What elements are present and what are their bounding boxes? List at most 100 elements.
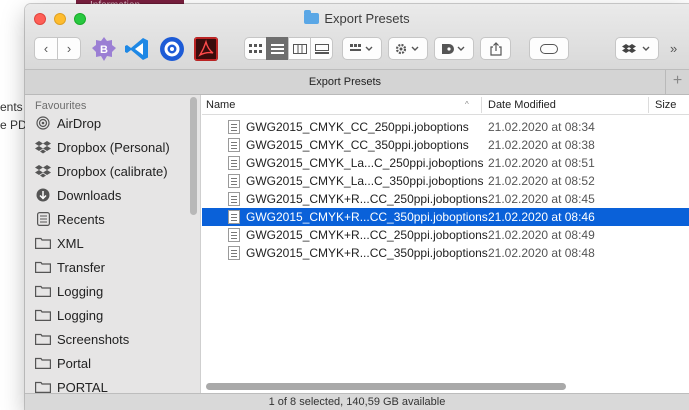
column-header-size[interactable]: Size — [655, 99, 676, 111]
sidebar-item-airdrop[interactable]: AirDrop — [35, 111, 195, 135]
background-text-line: ents — [0, 100, 23, 114]
sidebar-item-label: Logging — [57, 283, 104, 299]
edit-tags-button[interactable] — [529, 37, 569, 60]
sidebar-item-downloads[interactable]: Downloads — [35, 183, 195, 207]
file-row[interactable]: GWG2015_CMYK+R...CC_250ppi.joboptions 21… — [202, 226, 689, 244]
toolbar-overflow-button[interactable]: » — [670, 41, 677, 56]
sidebar-item-screenshots[interactable]: Screenshots — [35, 327, 195, 351]
file-list: Name ^ Date Modified Size GWG2015_CMYK_C… — [202, 95, 689, 393]
sidebar-item-label: XML — [57, 235, 84, 251]
file-date: 21.02.2020 at 08:45 — [488, 192, 595, 206]
column-header-row: Name ^ Date Modified Size — [202, 95, 689, 115]
list-view-icon[interactable] — [266, 37, 289, 60]
sidebar-item-logging[interactable]: Logging — [35, 279, 195, 303]
downloads-icon — [35, 188, 51, 202]
file-name: GWG2015_CMYK_CC_250ppi.joboptions — [246, 120, 469, 134]
sidebar-item-label: PORTAL — [57, 379, 108, 394]
folder-icon — [35, 308, 51, 322]
tab-bar: Export Presets + — [25, 70, 689, 95]
tag-icon — [442, 43, 465, 54]
file-row[interactable]: GWG2015_CMYK_La...C_250ppi.joboptions 21… — [202, 154, 689, 172]
new-tab-button[interactable]: + — [665, 70, 689, 94]
sidebar-item-recents[interactable]: Recents — [35, 207, 195, 231]
folder-icon — [35, 332, 51, 346]
horizontal-scrollbar[interactable] — [206, 383, 566, 390]
column-header-date-modified[interactable]: Date Modified — [488, 99, 556, 111]
file-date: 21.02.2020 at 08:51 — [488, 156, 595, 170]
group-by-button[interactable] — [342, 37, 382, 60]
sidebar-item-dropbox-personal[interactable]: Dropbox (Personal) — [35, 135, 195, 159]
column-divider[interactable] — [648, 97, 649, 113]
file-row[interactable]: GWG2015_CMYK+R...CC_350ppi.joboptions 21… — [202, 244, 689, 262]
window-title-text: Export Presets — [324, 11, 410, 26]
file-name: GWG2015_CMYK_CC_350ppi.joboptions — [246, 138, 469, 152]
sidebar-item-label: Dropbox (Personal) — [57, 139, 170, 155]
bbedit-icon[interactable]: B — [90, 35, 118, 63]
forward-button[interactable]: › — [57, 37, 81, 60]
sidebar: Favourites AirDrop Dropbox (Personal) Dr… — [25, 95, 201, 393]
sidebar-item-xml[interactable]: XML — [35, 231, 195, 255]
folder-icon — [35, 260, 51, 274]
document-icon — [228, 210, 240, 224]
file-date: 21.02.2020 at 08:49 — [488, 228, 595, 242]
file-row-selected[interactable]: GWG2015_CMYK+R...CC_350ppi.joboptions 21… — [202, 208, 689, 226]
document-icon — [228, 174, 240, 188]
svg-text:B: B — [100, 44, 108, 56]
back-icon: ‹ — [43, 41, 49, 56]
file-row[interactable]: GWG2015_CMYK_La...C_350ppi.joboptions 21… — [202, 172, 689, 190]
icon-view-icon[interactable] — [244, 37, 267, 60]
acrobat-icon[interactable] — [192, 35, 220, 63]
file-date: 21.02.2020 at 08:52 — [488, 174, 595, 188]
file-row[interactable]: GWG2015_CMYK+R...CC_250ppi.joboptions 21… — [202, 190, 689, 208]
dropbox-icon — [622, 43, 650, 53]
folder-icon — [304, 10, 320, 24]
dropbox-menu-button[interactable] — [615, 37, 659, 60]
tag-button[interactable] — [434, 37, 474, 60]
sidebar-item-portal-caps[interactable]: PORTAL — [35, 375, 195, 393]
document-icon — [228, 246, 240, 260]
file-name: GWG2015_CMYK_La...C_350ppi.joboptions — [246, 174, 484, 188]
file-name: GWG2015_CMYK_La...C_250ppi.joboptions — [246, 156, 484, 170]
sidebar-item-label: Dropbox (calibrate) — [57, 163, 168, 179]
column-divider[interactable] — [481, 97, 482, 113]
back-button[interactable]: ‹ — [34, 37, 58, 60]
edit-tags-icon — [540, 43, 558, 54]
dropbox-icon — [35, 164, 51, 178]
gear-app-icon[interactable] — [158, 35, 186, 63]
document-icon — [228, 120, 240, 134]
folder-icon — [35, 380, 51, 393]
sidebar-item-portal[interactable]: Portal — [35, 351, 195, 375]
airdrop-icon — [35, 116, 51, 130]
file-date: 21.02.2020 at 08:34 — [488, 120, 595, 134]
share-icon — [489, 41, 502, 56]
folder-icon — [35, 284, 51, 298]
sort-ascending-icon: ^ — [465, 100, 469, 109]
sidebar-item-label: Screenshots — [57, 331, 130, 347]
file-date: 21.02.2020 at 08:38 — [488, 138, 595, 152]
group-by-icon — [350, 43, 373, 51]
sidebar-item-label: Downloads — [57, 187, 122, 203]
file-date: 21.02.2020 at 08:48 — [488, 246, 595, 260]
window-title: Export Presets — [25, 10, 689, 26]
sidebar-item-label: AirDrop — [57, 115, 102, 131]
vscode-icon[interactable] — [123, 35, 151, 63]
folder-icon — [35, 236, 51, 250]
column-view-icon[interactable] — [288, 37, 311, 60]
tab-export-presets[interactable]: Export Presets — [25, 76, 665, 88]
sidebar-scrollbar[interactable] — [190, 97, 197, 215]
column-header-name[interactable]: Name — [206, 99, 235, 111]
finder-window: Export Presets ‹ › B » Export Presets + … — [25, 4, 689, 410]
share-button[interactable] — [480, 37, 511, 60]
sidebar-item-label: Recents — [57, 211, 105, 227]
document-icon — [228, 192, 240, 206]
sidebar-item-logging-2[interactable]: Logging — [35, 303, 195, 327]
forward-icon: › — [66, 41, 72, 56]
sidebar-item-transfer[interactable]: Transfer — [35, 255, 195, 279]
document-icon — [228, 228, 240, 242]
file-row[interactable]: GWG2015_CMYK_CC_250ppi.joboptions 21.02.… — [202, 118, 689, 136]
title-bar[interactable]: Export Presets ‹ › B » — [25, 4, 689, 70]
sidebar-item-dropbox-calibrate[interactable]: Dropbox (calibrate) — [35, 159, 195, 183]
file-row[interactable]: GWG2015_CMYK_CC_350ppi.joboptions 21.02.… — [202, 136, 689, 154]
action-button[interactable] — [388, 37, 428, 60]
gallery-view-icon[interactable] — [310, 37, 333, 60]
